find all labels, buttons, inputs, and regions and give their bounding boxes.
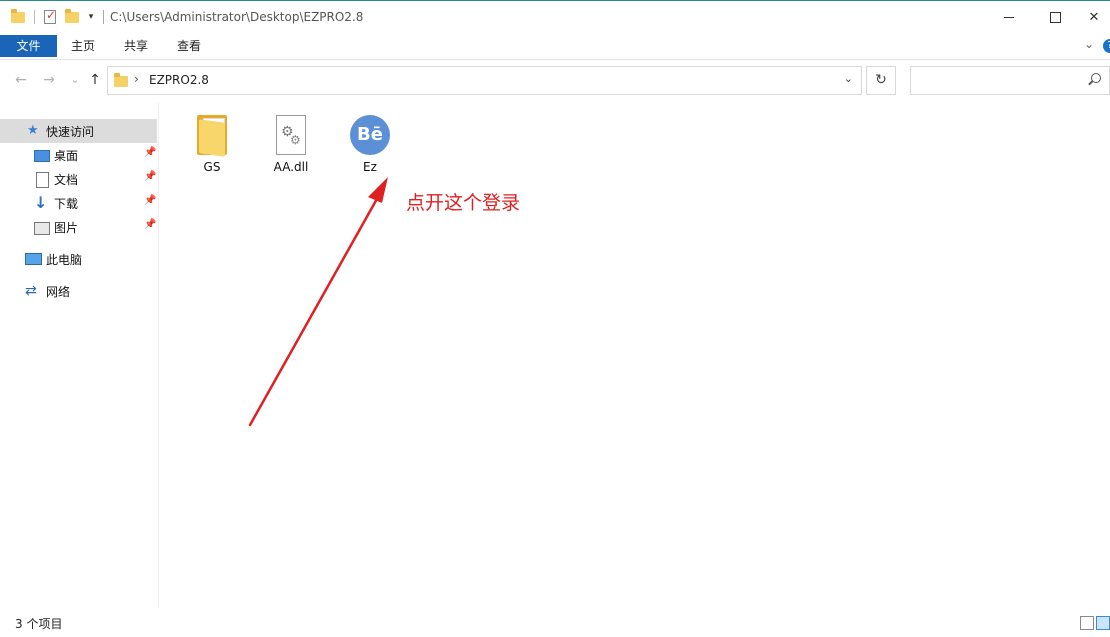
annotation-arrow: [248, 177, 388, 427]
annotation-text: 点开这个登录: [406, 192, 521, 214]
large-icons-view-icon[interactable]: [1096, 616, 1110, 630]
item-count: 3 个项目: [15, 617, 63, 631]
file-explorer-window: ▾ C:\Users\Administrator\Desktop\EZPRO2.…: [0, 0, 1110, 636]
details-view-icon[interactable]: [1080, 616, 1094, 630]
status-bar: 3 个项目: [0, 608, 1110, 637]
